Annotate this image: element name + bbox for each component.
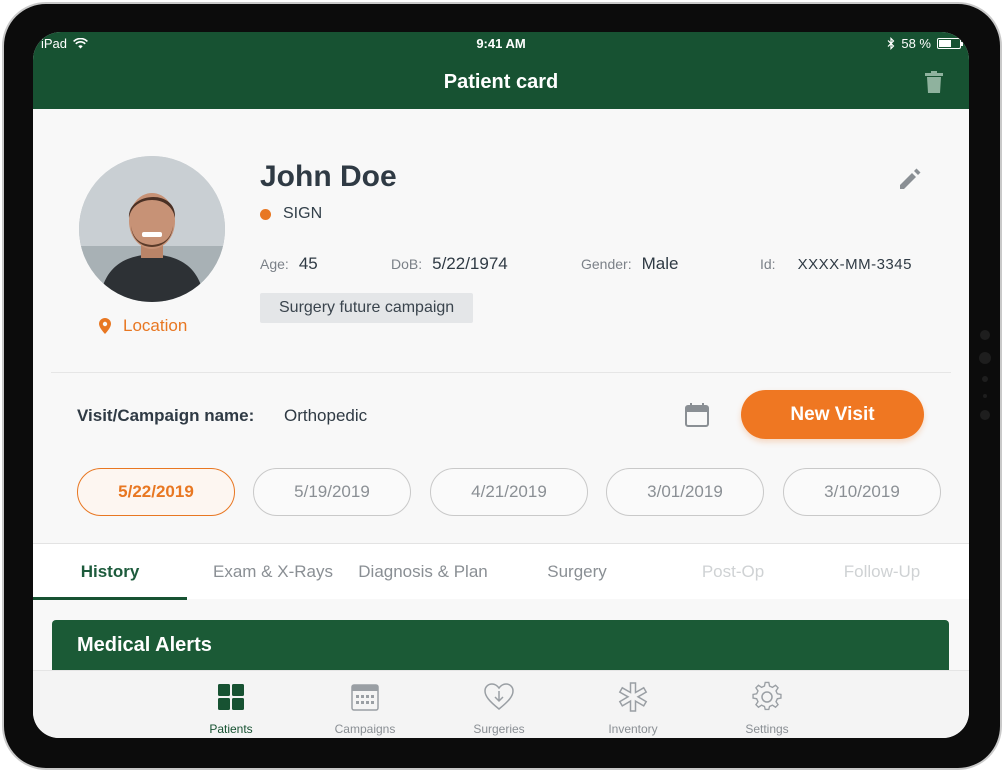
visit-campaign-label: Visit/Campaign name: xyxy=(77,406,255,425)
battery-icon xyxy=(937,38,963,49)
avatar-photo xyxy=(79,156,225,302)
new-visit-button[interactable]: New Visit xyxy=(741,390,924,439)
campaign-tag[interactable]: Surgery future campaign xyxy=(260,293,474,323)
status-label: SIGN xyxy=(283,205,323,222)
trash-icon[interactable] xyxy=(925,71,943,93)
nav-surgeries-label: Surgeries xyxy=(473,722,525,736)
bottom-tab-bar: Patients Campaigns Surgeries Inventory S… xyxy=(33,670,969,738)
tab-follow-up[interactable]: Follow-Up xyxy=(802,544,962,600)
visit-campaign-value: Orthopedic xyxy=(284,406,368,425)
patient-location[interactable]: Location xyxy=(99,316,187,336)
tab-exam-xrays[interactable]: Exam & X-Rays xyxy=(193,544,353,600)
status-time: 9:41 AM xyxy=(476,36,526,51)
date-pill-0[interactable]: 5/22/2019 xyxy=(77,468,235,516)
inventory-asterisk-icon xyxy=(618,682,648,712)
nav-inventory-label: Inventory xyxy=(608,722,658,736)
surgeries-heart-icon xyxy=(484,683,514,710)
app-screen: iPad 9:41 AM 58 % Patient card Location … xyxy=(33,32,969,738)
battery-percent: 58 % xyxy=(901,36,931,51)
age-label: Age: xyxy=(260,256,289,272)
date-pill-2[interactable]: 4/21/2019 xyxy=(430,468,588,516)
calendar-icon[interactable] xyxy=(684,402,710,428)
section-tabs: History Exam & X-Rays Diagnosis & Plan S… xyxy=(33,543,969,600)
patients-grid-icon xyxy=(218,684,244,710)
nav-inventory[interactable]: Inventory xyxy=(578,681,688,736)
dob-field: DoB: 5/22/1974 xyxy=(391,254,508,274)
campaigns-calendar-icon xyxy=(351,684,379,711)
age-field: Age: 45 xyxy=(260,254,318,274)
nav-surgeries[interactable]: Surgeries xyxy=(444,681,554,736)
id-value: XXXX-MM-3345 xyxy=(797,256,912,273)
age-value: 45 xyxy=(298,254,318,273)
gender-field: Gender: Male xyxy=(581,254,678,274)
bluetooth-icon xyxy=(887,37,895,50)
nav-patients[interactable]: Patients xyxy=(176,681,286,736)
dob-label: DoB: xyxy=(391,256,423,272)
nav-settings[interactable]: Settings xyxy=(712,681,822,736)
tab-diagnosis-plan[interactable]: Diagnosis & Plan xyxy=(343,544,503,600)
patient-status: SIGN xyxy=(260,205,322,223)
tab-history[interactable]: History xyxy=(33,544,187,600)
medical-alerts-header[interactable]: Medical Alerts xyxy=(52,620,949,670)
id-label: Id: xyxy=(760,256,776,272)
status-dot xyxy=(260,208,271,220)
gender-value: Male xyxy=(641,254,679,273)
edit-icon[interactable] xyxy=(897,166,923,192)
location-pin-icon xyxy=(99,318,111,334)
nav-campaigns-label: Campaigns xyxy=(334,722,396,736)
dob-value: 5/22/1974 xyxy=(432,254,508,273)
nav-settings-label: Settings xyxy=(745,722,789,736)
patient-name: John Doe xyxy=(260,160,397,193)
date-pill-4[interactable]: 3/10/2019 xyxy=(783,468,941,516)
patient-avatar[interactable] xyxy=(79,156,225,302)
nav-bar: Patient card xyxy=(33,56,969,109)
gender-label: Gender: xyxy=(581,256,632,272)
divider xyxy=(51,372,951,373)
nav-patients-label: Patients xyxy=(209,722,253,736)
tab-post-op[interactable]: Post-Op xyxy=(653,544,813,600)
date-pill-3[interactable]: 3/01/2019 xyxy=(606,468,764,516)
device-side-buttons xyxy=(978,330,992,432)
tab-surgery[interactable]: Surgery xyxy=(497,544,657,600)
date-pill-1[interactable]: 5/19/2019 xyxy=(253,468,411,516)
id-field: Id: XXXX-MM-3345 xyxy=(760,254,912,274)
page-title: Patient card xyxy=(443,71,559,93)
settings-gear-icon xyxy=(752,681,782,711)
nav-campaigns[interactable]: Campaigns xyxy=(310,681,420,736)
location-label: Location xyxy=(123,316,188,335)
status-bar: iPad 9:41 AM 58 % xyxy=(33,32,969,56)
